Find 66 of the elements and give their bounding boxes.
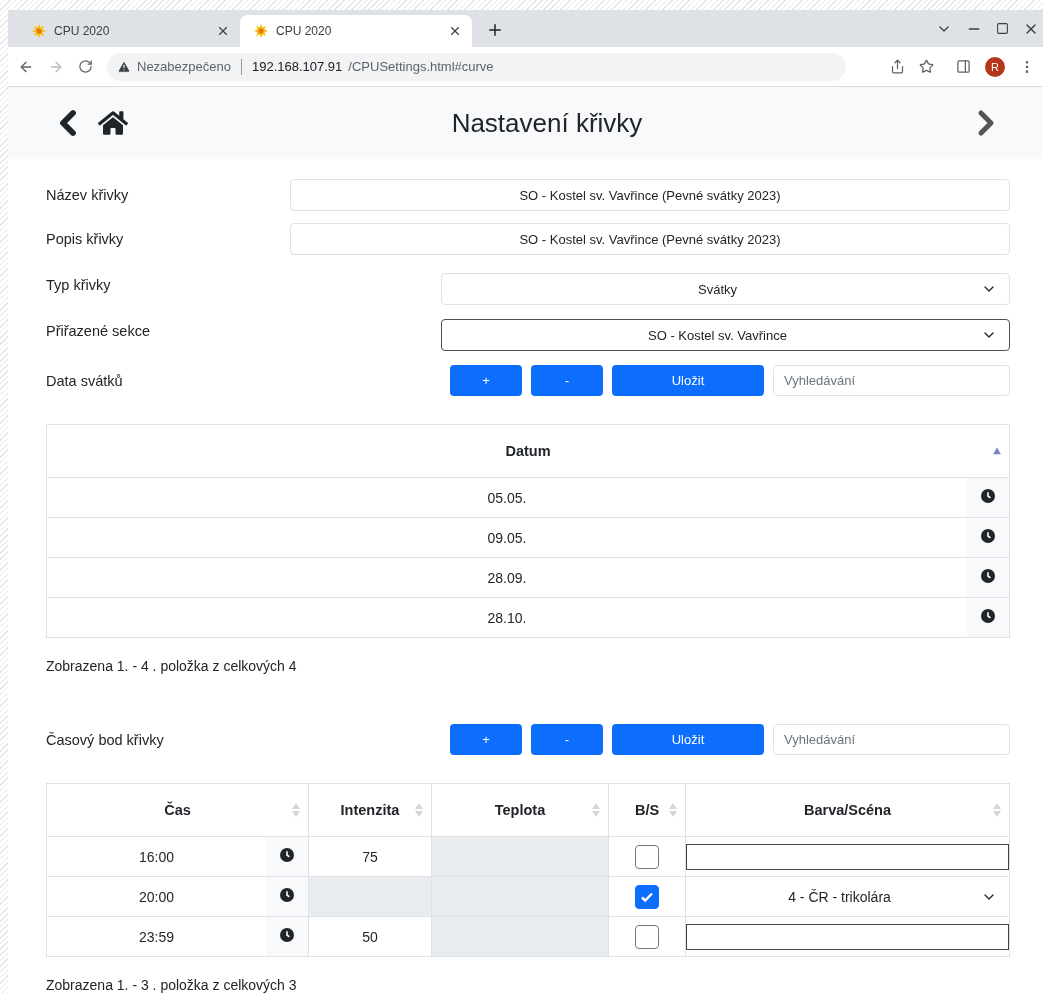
table-cell: 16:00 — [46, 836, 266, 877]
side-panel-icon[interactable] — [956, 59, 971, 74]
url-path: /CPUSettings.html#curve — [348, 59, 494, 74]
page-title: Nastavení křivky — [450, 107, 644, 139]
warning-icon — [117, 59, 131, 74]
star-icon[interactable] — [919, 59, 934, 74]
home-icon[interactable] — [98, 108, 128, 138]
save-button[interactable]: Uložit — [612, 365, 764, 396]
column-header[interactable]: Teplota — [431, 783, 609, 837]
section-label: Časový bod křivky — [46, 731, 165, 748]
tab-title: CPU 2020 — [54, 24, 111, 39]
security-label: Nezabezpečeno — [137, 59, 231, 74]
url-host: 192.168.107.91 — [251, 59, 343, 74]
maximize-icon[interactable] — [996, 20, 1009, 37]
clock-icon[interactable] — [981, 529, 995, 543]
table-cell: 28.09. — [46, 557, 967, 598]
field-label: Popis křivky — [46, 230, 125, 247]
table-cell: 20:00 — [46, 876, 266, 917]
checkbox[interactable] — [635, 884, 659, 909]
remove-button[interactable]: - — [531, 365, 603, 396]
profile-avatar[interactable]: R — [985, 56, 1005, 77]
clock-icon[interactable] — [280, 888, 294, 902]
reload-icon[interactable] — [78, 59, 93, 74]
table-cell: 05.05. — [46, 477, 967, 518]
clock-icon[interactable] — [280, 848, 294, 862]
checkbox[interactable] — [635, 844, 659, 869]
field-label: Přiřazené sekce — [46, 322, 151, 339]
field-label: Typ křivky — [46, 276, 112, 293]
browser-tab[interactable]: CPU 2020 — [18, 15, 240, 48]
column-header[interactable]: Datum — [46, 424, 1010, 478]
tab-title: CPU 2020 — [276, 24, 333, 39]
column-header[interactable]: B/S — [608, 783, 686, 837]
clock-icon[interactable] — [981, 569, 995, 583]
clock-icon[interactable] — [280, 928, 294, 942]
table-cell: 28.10. — [46, 597, 967, 638]
share-icon[interactable] — [890, 59, 905, 74]
add-button[interactable]: + — [450, 724, 522, 755]
sun-icon — [254, 24, 268, 39]
select-field[interactable]: SO - Kostel sv. Vavřince — [441, 319, 1010, 351]
remove-button[interactable]: - — [531, 724, 603, 755]
clock-icon[interactable] — [981, 489, 995, 503]
search-field[interactable]: Vyhledávání — [773, 724, 1010, 755]
scene-field[interactable] — [686, 843, 1009, 870]
save-button[interactable]: Uložit — [612, 724, 764, 755]
search-field[interactable]: Vyhledávání — [773, 365, 1010, 396]
table-summary: Zobrazena 1. - 4 . položka z celkových 4 — [46, 658, 298, 674]
select-field[interactable]: Svátky — [441, 273, 1010, 305]
add-button[interactable]: + — [450, 365, 522, 396]
column-header[interactable]: Barva/Scéna — [685, 783, 1010, 837]
address-bar[interactable]: Nezabezpečeno 192.168.107.91 /CPUSettings.html#curve — [107, 52, 846, 81]
field-label: Název křivky — [46, 186, 130, 203]
column-header[interactable]: Intenzita — [308, 783, 432, 837]
checkbox[interactable] — [635, 924, 659, 949]
table-cell: 50 — [308, 916, 432, 957]
text-field[interactable]: SO - Kostel sv. Vavřince (Pevné svátky 2023) — [290, 179, 1010, 211]
scene-field[interactable] — [686, 923, 1009, 950]
table-cell: 23:59 — [46, 916, 266, 957]
section-label: Data svátků — [46, 372, 124, 389]
table-summary: Zobrazena 1. - 3 . položka z celkových 3 — [46, 977, 298, 993]
browser-tab[interactable]: CPU 2020 — [240, 15, 472, 48]
table-cell: 09.05. — [46, 517, 967, 558]
table-cell: 75 — [308, 836, 432, 877]
clock-icon[interactable] — [981, 609, 995, 623]
sun-icon — [32, 24, 46, 39]
column-header[interactable]: Čas — [46, 783, 309, 837]
text-field[interactable]: SO - Kostel sv. Vavřince (Pevné svátky 2023) — [290, 223, 1010, 255]
